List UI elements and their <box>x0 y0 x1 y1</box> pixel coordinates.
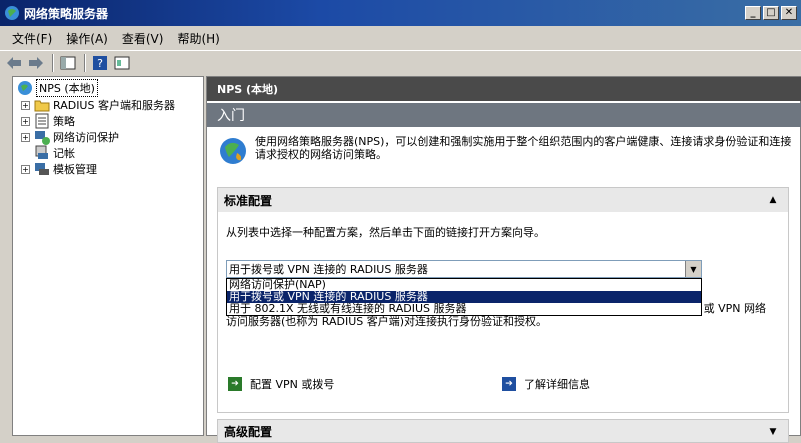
app-window: 网络策略服务器 _ □ ✕ 文件(F) 操作(A) 查看(V) 帮助(H) ? <box>0 0 801 443</box>
expand-icon[interactable]: + <box>21 100 30 110</box>
green-arrow-icon: ➔ <box>228 377 242 391</box>
configure-vpn-label: 配置 VPN 或拨号 <box>250 378 335 391</box>
app-icon <box>5 6 19 20</box>
svg-text:?: ? <box>97 57 103 70</box>
menu-action[interactable]: 操作(A) <box>66 30 108 47</box>
tree-root[interactable]: NPS (本地) <box>17 79 98 97</box>
details-pane: NPS (本地) 入门 使用网络策略服务器(NPS)，可以创建和强制实施用于整个… <box>206 76 801 443</box>
templates-icon <box>34 161 50 177</box>
collapse-up-icon[interactable]: ▲ <box>766 193 780 207</box>
scenario-dropdown-list: 网络访问保护(NAP) 用于拨号或 VPN 连接的 RADIUS 服务器 用于 … <box>226 278 702 316</box>
scenario-select-value: 用于拨号或 VPN 连接的 RADIUS 服务器 <box>229 263 428 276</box>
getting-started-heading: 入门 <box>207 103 801 127</box>
close-button[interactable]: ✕ <box>781 6 797 20</box>
show-hide-tree-icon[interactable] <box>58 54 78 72</box>
learn-more-label: 了解详细信息 <box>524 378 590 391</box>
help-icon[interactable]: ? <box>90 54 110 72</box>
tree-item-policies[interactable]: + 策略 <box>21 113 75 129</box>
minimize-button[interactable]: _ <box>745 6 761 20</box>
tree-item-label: 记帐 <box>53 147 75 160</box>
expand-icon[interactable]: + <box>21 132 30 142</box>
expand-down-icon[interactable]: ▼ <box>766 425 780 439</box>
learn-more-link[interactable]: ➔ 了解详细信息 <box>502 376 590 392</box>
intro-description: 使用网络策略服务器(NPS)，可以创建和强制实施用于整个组织范围内的客户端健康、… <box>255 135 792 161</box>
accounting-icon <box>34 145 50 161</box>
folder-icon <box>34 97 50 113</box>
blue-arrow-icon: ➔ <box>502 377 516 391</box>
tree-item-label: RADIUS 客户端和服务器 <box>53 99 175 112</box>
expand-icon[interactable]: + <box>21 116 30 126</box>
pane-header: NPS (本地) <box>207 77 801 101</box>
forward-arrow-icon[interactable] <box>26 54 46 72</box>
tree-root-label: NPS (本地) <box>36 79 98 97</box>
menu-view[interactable]: 查看(V) <box>122 30 164 47</box>
instruction-text: 从列表中选择一种配置方案，然后单击下面的链接打开方案向导。 <box>226 226 545 239</box>
menu-bar: 文件(F) 操作(A) 查看(V) 帮助(H) <box>0 27 801 49</box>
standard-config-title: 标准配置 <box>224 193 273 208</box>
tree-item-accounting[interactable]: 记帐 <box>34 145 75 161</box>
scenario-select[interactable]: 用于拨号或 VPN 连接的 RADIUS 服务器 ▼ <box>226 260 702 278</box>
tree-item-label: 模板管理 <box>53 163 97 176</box>
tree-item-nap[interactable]: + 网络访问保护 <box>21 129 119 145</box>
globe-icon <box>17 80 33 96</box>
menu-file[interactable]: 文件(F) <box>12 30 52 47</box>
window-title: 网络策略服务器 <box>24 6 109 21</box>
tree-item-radius[interactable]: + RADIUS 客户端和服务器 <box>21 97 175 113</box>
console-tree: NPS (本地) + RADIUS 客户端和服务器 + 策略 + 网络访问保护 <box>12 76 204 436</box>
toolbar: ? <box>0 50 801 74</box>
option-8021x[interactable]: 用于 802.1X 无线或有线连接的 RADIUS 服务器 <box>227 303 701 315</box>
expand-icon[interactable]: + <box>21 164 30 174</box>
network-shield-icon <box>34 129 50 145</box>
description-line-2: 访问服务器(也称为 RADIUS 客户端)对连接执行身份验证和授权。 <box>226 315 548 328</box>
menu-help[interactable]: 帮助(H) <box>177 30 219 47</box>
properties-icon[interactable] <box>112 54 132 72</box>
advanced-config-heading[interactable]: 高级配置 ▼ <box>217 419 789 443</box>
tree-item-label: 网络访问保护 <box>53 131 119 144</box>
tree-item-templates[interactable]: + 模板管理 <box>21 161 97 177</box>
dropdown-arrow-icon[interactable]: ▼ <box>685 261 701 277</box>
advanced-config-title: 高级配置 <box>224 424 273 439</box>
maximize-button[interactable]: □ <box>763 6 779 20</box>
standard-config-section: 标准配置 ▲ 从列表中选择一种配置方案，然后单击下面的链接打开方案向导。 用于拨… <box>217 187 789 413</box>
nps-globe-icon <box>220 138 246 164</box>
tree-item-label: 策略 <box>53 115 75 128</box>
back-arrow-icon[interactable] <box>4 54 24 72</box>
configure-vpn-link[interactable]: ➔ 配置 VPN 或拨号 <box>228 376 334 392</box>
standard-config-heading[interactable]: 标准配置 ▲ <box>218 188 788 212</box>
title-bar[interactable]: 网络策略服务器 _ □ ✕ <box>0 0 801 26</box>
policy-document-icon <box>34 113 50 129</box>
